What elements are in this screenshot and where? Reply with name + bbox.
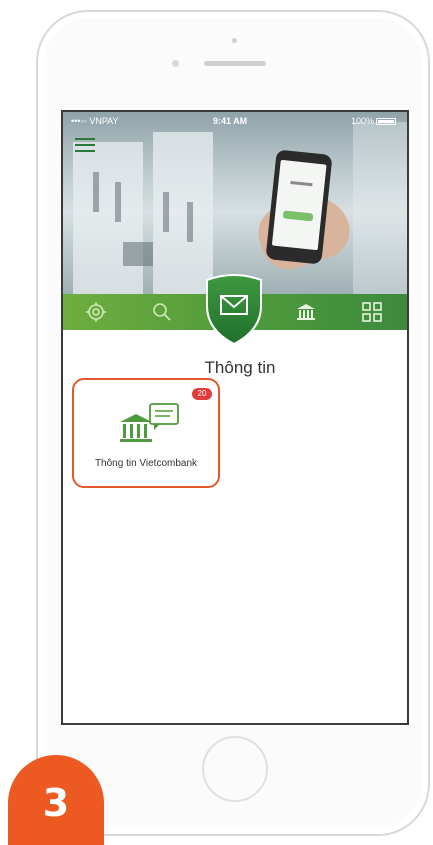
hamburger-menu-icon[interactable]: [75, 138, 95, 154]
mail-tab-shield[interactable]: [201, 270, 267, 346]
tile-label: Thông tin Vietcombank: [94, 458, 198, 469]
speaker-grille: [204, 61, 266, 66]
hero-banner: •••◦◦ VNPAY 9:41 AM 100%: [63, 112, 407, 294]
search-icon[interactable]: [151, 301, 173, 323]
tutorial-stage: •••◦◦ VNPAY 9:41 AM 100% Thông tin 20 Th…: [0, 0, 433, 845]
section-title: Thông tin: [204, 358, 276, 377]
battery-icon: [376, 118, 396, 125]
front-camera: [172, 60, 179, 67]
mail-icon: [206, 274, 262, 346]
phone-screen: •••◦◦ VNPAY 9:41 AM 100% Thông tin 20 Th…: [61, 110, 409, 725]
step-number-badge: 3: [8, 755, 104, 845]
camera-dot: [232, 38, 237, 43]
unread-badge: 20: [192, 388, 212, 400]
grid-icon[interactable]: [361, 301, 383, 323]
battery-percent: 100%: [351, 116, 375, 126]
bank-icon[interactable]: [295, 301, 317, 323]
home-button[interactable]: [202, 736, 268, 802]
hero-phone-image: [265, 149, 333, 265]
settings-icon[interactable]: [85, 301, 107, 323]
status-bar: •••◦◦ VNPAY 9:41 AM 100%: [63, 112, 407, 130]
tile-vietcombank-info[interactable]: 20 Thông tin Vietcombank: [72, 378, 220, 488]
clock: 9:41 AM: [213, 116, 248, 126]
bank-message-icon: [120, 402, 182, 446]
carrier-label: •••◦◦ VNPAY: [71, 116, 119, 126]
